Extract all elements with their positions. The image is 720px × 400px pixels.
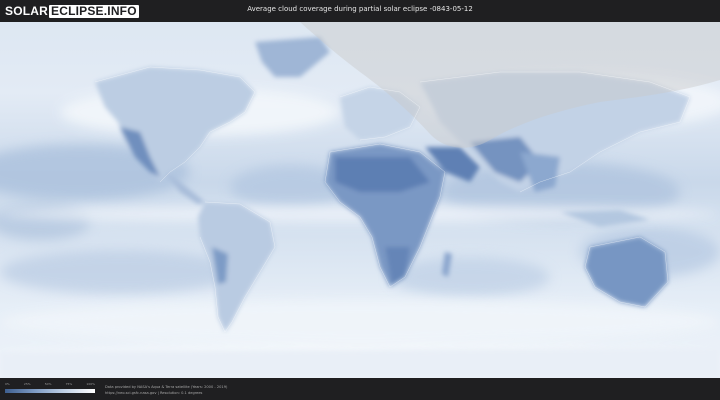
cloud-coverage-map: [0, 22, 720, 378]
world-map-svg: [0, 22, 720, 378]
map-title: Average cloud coverage during partial so…: [247, 5, 473, 13]
cloud-coverage-legend-bar: [5, 389, 95, 393]
legend-ticks: 0% 25% 50% 75% 100%: [5, 382, 95, 388]
bottom-bar: [0, 378, 720, 400]
legend-tick: 75%: [65, 382, 73, 386]
legend-tick: 100%: [86, 382, 95, 386]
legend-tick: 50%: [44, 382, 52, 386]
antarctica: [0, 348, 720, 378]
legend-tick: 0%: [5, 382, 10, 386]
legend-tick: 25%: [23, 382, 31, 386]
data-credit: Data provided by NASA's Aqua & Terra sat…: [105, 385, 228, 389]
data-source-link[interactable]: https://neo.sci.gsfc.nasa.gov | Resoluti…: [105, 391, 202, 395]
